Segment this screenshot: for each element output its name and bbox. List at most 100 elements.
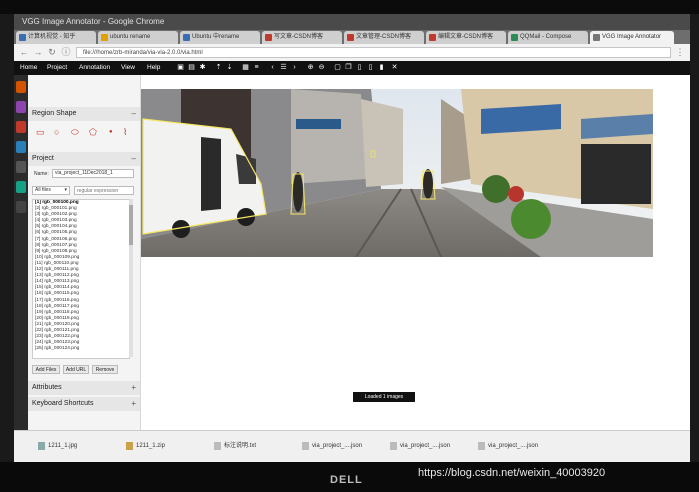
file-list-item[interactable]: [25] rgb_000124.png: [33, 346, 129, 352]
polygon-shape-icon[interactable]: ⬠: [89, 127, 97, 137]
tab-favicon-icon: [593, 34, 600, 41]
file-filter-select[interactable]: All files ▾: [32, 186, 70, 195]
launcher-app-icon[interactable]: [16, 181, 26, 193]
file-list[interactable]: [1] rgb_000100.png [2] rgb_000101.png [3] …: [32, 199, 130, 359]
via-sidebar: Region Shape – ▭ ○ ⬭ ⬠ ● ⌇ Project – Nam…: [28, 75, 141, 430]
tab-label: Ubuntu 中rename: [192, 34, 240, 40]
point-shape-icon[interactable]: ●: [109, 127, 113, 137]
tab-favicon-icon: [101, 34, 108, 41]
tab-7[interactable]: QQMail - Compose: [508, 31, 588, 44]
next-icon[interactable]: ›: [290, 63, 299, 72]
annotated-street-image[interactable]: [141, 89, 653, 257]
taskbar-item[interactable]: via_project_....json: [300, 439, 362, 453]
tab-favicon-icon: [183, 34, 190, 41]
taskbar-item[interactable]: 1211_1.zip: [124, 439, 165, 453]
prev-icon[interactable]: ‹: [268, 63, 277, 72]
tab-favicon-icon: [265, 34, 272, 41]
menu-annotation[interactable]: Annotation: [79, 61, 110, 75]
add-files-button[interactable]: Add Files: [32, 365, 60, 374]
annotation-canvas-area[interactable]: Loaded 1 images: [141, 75, 690, 430]
project-name-label: Name:: [34, 171, 49, 177]
project-header[interactable]: Project –: [28, 152, 140, 166]
tab-label: QQMail - Compose: [520, 34, 572, 40]
download-icon[interactable]: ⇣: [225, 63, 234, 72]
scrollbar-thumb[interactable]: [129, 205, 133, 245]
taskbar-item[interactable]: via_project_....json: [388, 439, 450, 453]
folder-icon[interactable]: ▣: [176, 63, 185, 72]
project-name-input[interactable]: via_project_11Dec2018_1: [52, 169, 134, 178]
zoom-out-icon[interactable]: ⊖: [317, 63, 326, 72]
circle-shape-icon[interactable]: ○: [54, 127, 59, 137]
launcher-app-icon[interactable]: [16, 141, 26, 153]
chevron-down-icon: ▾: [64, 187, 67, 193]
list-view-icon[interactable]: ☰: [279, 63, 288, 72]
tab-6[interactable]: 编辑文章-CSDN博客: [426, 31, 506, 44]
launcher-app-icon[interactable]: [16, 161, 26, 173]
rectangle-shape-icon[interactable]: ▭: [36, 127, 45, 137]
reload-icon[interactable]: ↻: [46, 46, 58, 58]
browser-tabstrip: 计算机视觉 - 知乎 ubuntu rename Ubuntu 中rename …: [14, 30, 690, 44]
tab-8-active[interactable]: VGG Image Annotator: [590, 31, 674, 44]
taskbar-item[interactable]: via_project_....json: [476, 439, 538, 453]
list-icon[interactable]: ≡: [252, 63, 261, 72]
menu-home[interactable]: Home: [20, 61, 37, 75]
launcher-app-icon[interactable]: [16, 121, 26, 133]
attributes-title: Attributes: [32, 384, 62, 391]
expand-icon[interactable]: +: [131, 381, 136, 395]
copy-icon[interactable]: ❐: [344, 63, 353, 72]
url-input[interactable]: file:///home/zrb-miranda/via-via-2.0.0/v…: [76, 47, 671, 58]
select-icon[interactable]: ▢: [333, 63, 342, 72]
tab-label: 编辑文章-CSDN博客: [438, 34, 493, 40]
ellipse-shape-icon[interactable]: ⬭: [71, 127, 79, 137]
tab-4[interactable]: 写文章-CSDN博客: [262, 31, 342, 44]
save-icon[interactable]: ▤: [187, 63, 196, 72]
taskbar-item-label: 标注说明.txt: [224, 443, 257, 449]
forward-icon[interactable]: →: [32, 46, 44, 58]
upload-icon[interactable]: ⇡: [214, 63, 223, 72]
launcher-app-icon[interactable]: [16, 101, 26, 113]
collapse-icon[interactable]: –: [132, 152, 136, 166]
file-icon: [38, 442, 45, 450]
tab-3[interactable]: Ubuntu 中rename: [180, 31, 260, 44]
tab-1[interactable]: 计算机视觉 - 知乎: [16, 31, 96, 44]
menu-help[interactable]: Help: [147, 61, 160, 75]
remove-button[interactable]: Remove: [92, 365, 118, 374]
add-url-button[interactable]: Add URL: [63, 365, 89, 374]
desktop-launcher: [14, 75, 28, 443]
tab-label: 计算机视觉 - 知乎: [28, 34, 76, 40]
json-file-icon: [390, 442, 397, 450]
attributes-header[interactable]: Attributes +: [28, 381, 140, 395]
polyline-shape-icon[interactable]: ⌇: [123, 127, 127, 137]
regex-filter-input[interactable]: [74, 186, 134, 195]
file-filter-value: All files: [35, 187, 51, 193]
close-icon[interactable]: ✕: [390, 63, 399, 72]
gear-icon[interactable]: ✱: [198, 63, 207, 72]
taskbar-item[interactable]: 1211_1.jpg: [36, 439, 77, 453]
launcher-app-icon[interactable]: [16, 81, 26, 93]
expand-icon[interactable]: +: [131, 397, 136, 411]
zoom-in-icon[interactable]: ⊕: [306, 63, 315, 72]
paste-icon[interactable]: ▯: [355, 63, 364, 72]
menu-project[interactable]: Project: [47, 61, 67, 75]
file-list-scrollbar[interactable]: [129, 199, 133, 357]
keyboard-shortcuts-header[interactable]: Keyboard Shortcuts +: [28, 397, 140, 411]
window-title: VGG Image Annotator - Google Chrome: [22, 17, 165, 26]
paste-all-icon[interactable]: ▯: [366, 63, 375, 72]
launcher-app-icon[interactable]: [16, 201, 26, 213]
chrome-menu-icon[interactable]: ⋮: [674, 46, 686, 58]
tab-favicon-icon: [19, 34, 26, 41]
collapse-icon[interactable]: –: [132, 107, 136, 121]
monitor-screen: VGG Image Annotator - Google Chrome 计算机视…: [14, 14, 690, 462]
delete-icon[interactable]: ▮: [377, 63, 386, 72]
tab-favicon-icon: [511, 34, 518, 41]
tab-2[interactable]: ubuntu rename: [98, 31, 178, 44]
menu-view[interactable]: View: [121, 61, 135, 75]
tab-5[interactable]: 文章管理-CSDN博客: [344, 31, 424, 44]
page-info-icon[interactable]: ⓘ: [60, 46, 72, 58]
grid-icon[interactable]: ▦: [241, 63, 250, 72]
taskbar-item[interactable]: 标注说明.txt: [212, 439, 256, 453]
text-file-icon: [214, 442, 221, 450]
back-icon[interactable]: ←: [18, 46, 30, 58]
region-shape-header[interactable]: Region Shape –: [28, 107, 140, 121]
tab-label: ubuntu rename: [110, 34, 151, 40]
